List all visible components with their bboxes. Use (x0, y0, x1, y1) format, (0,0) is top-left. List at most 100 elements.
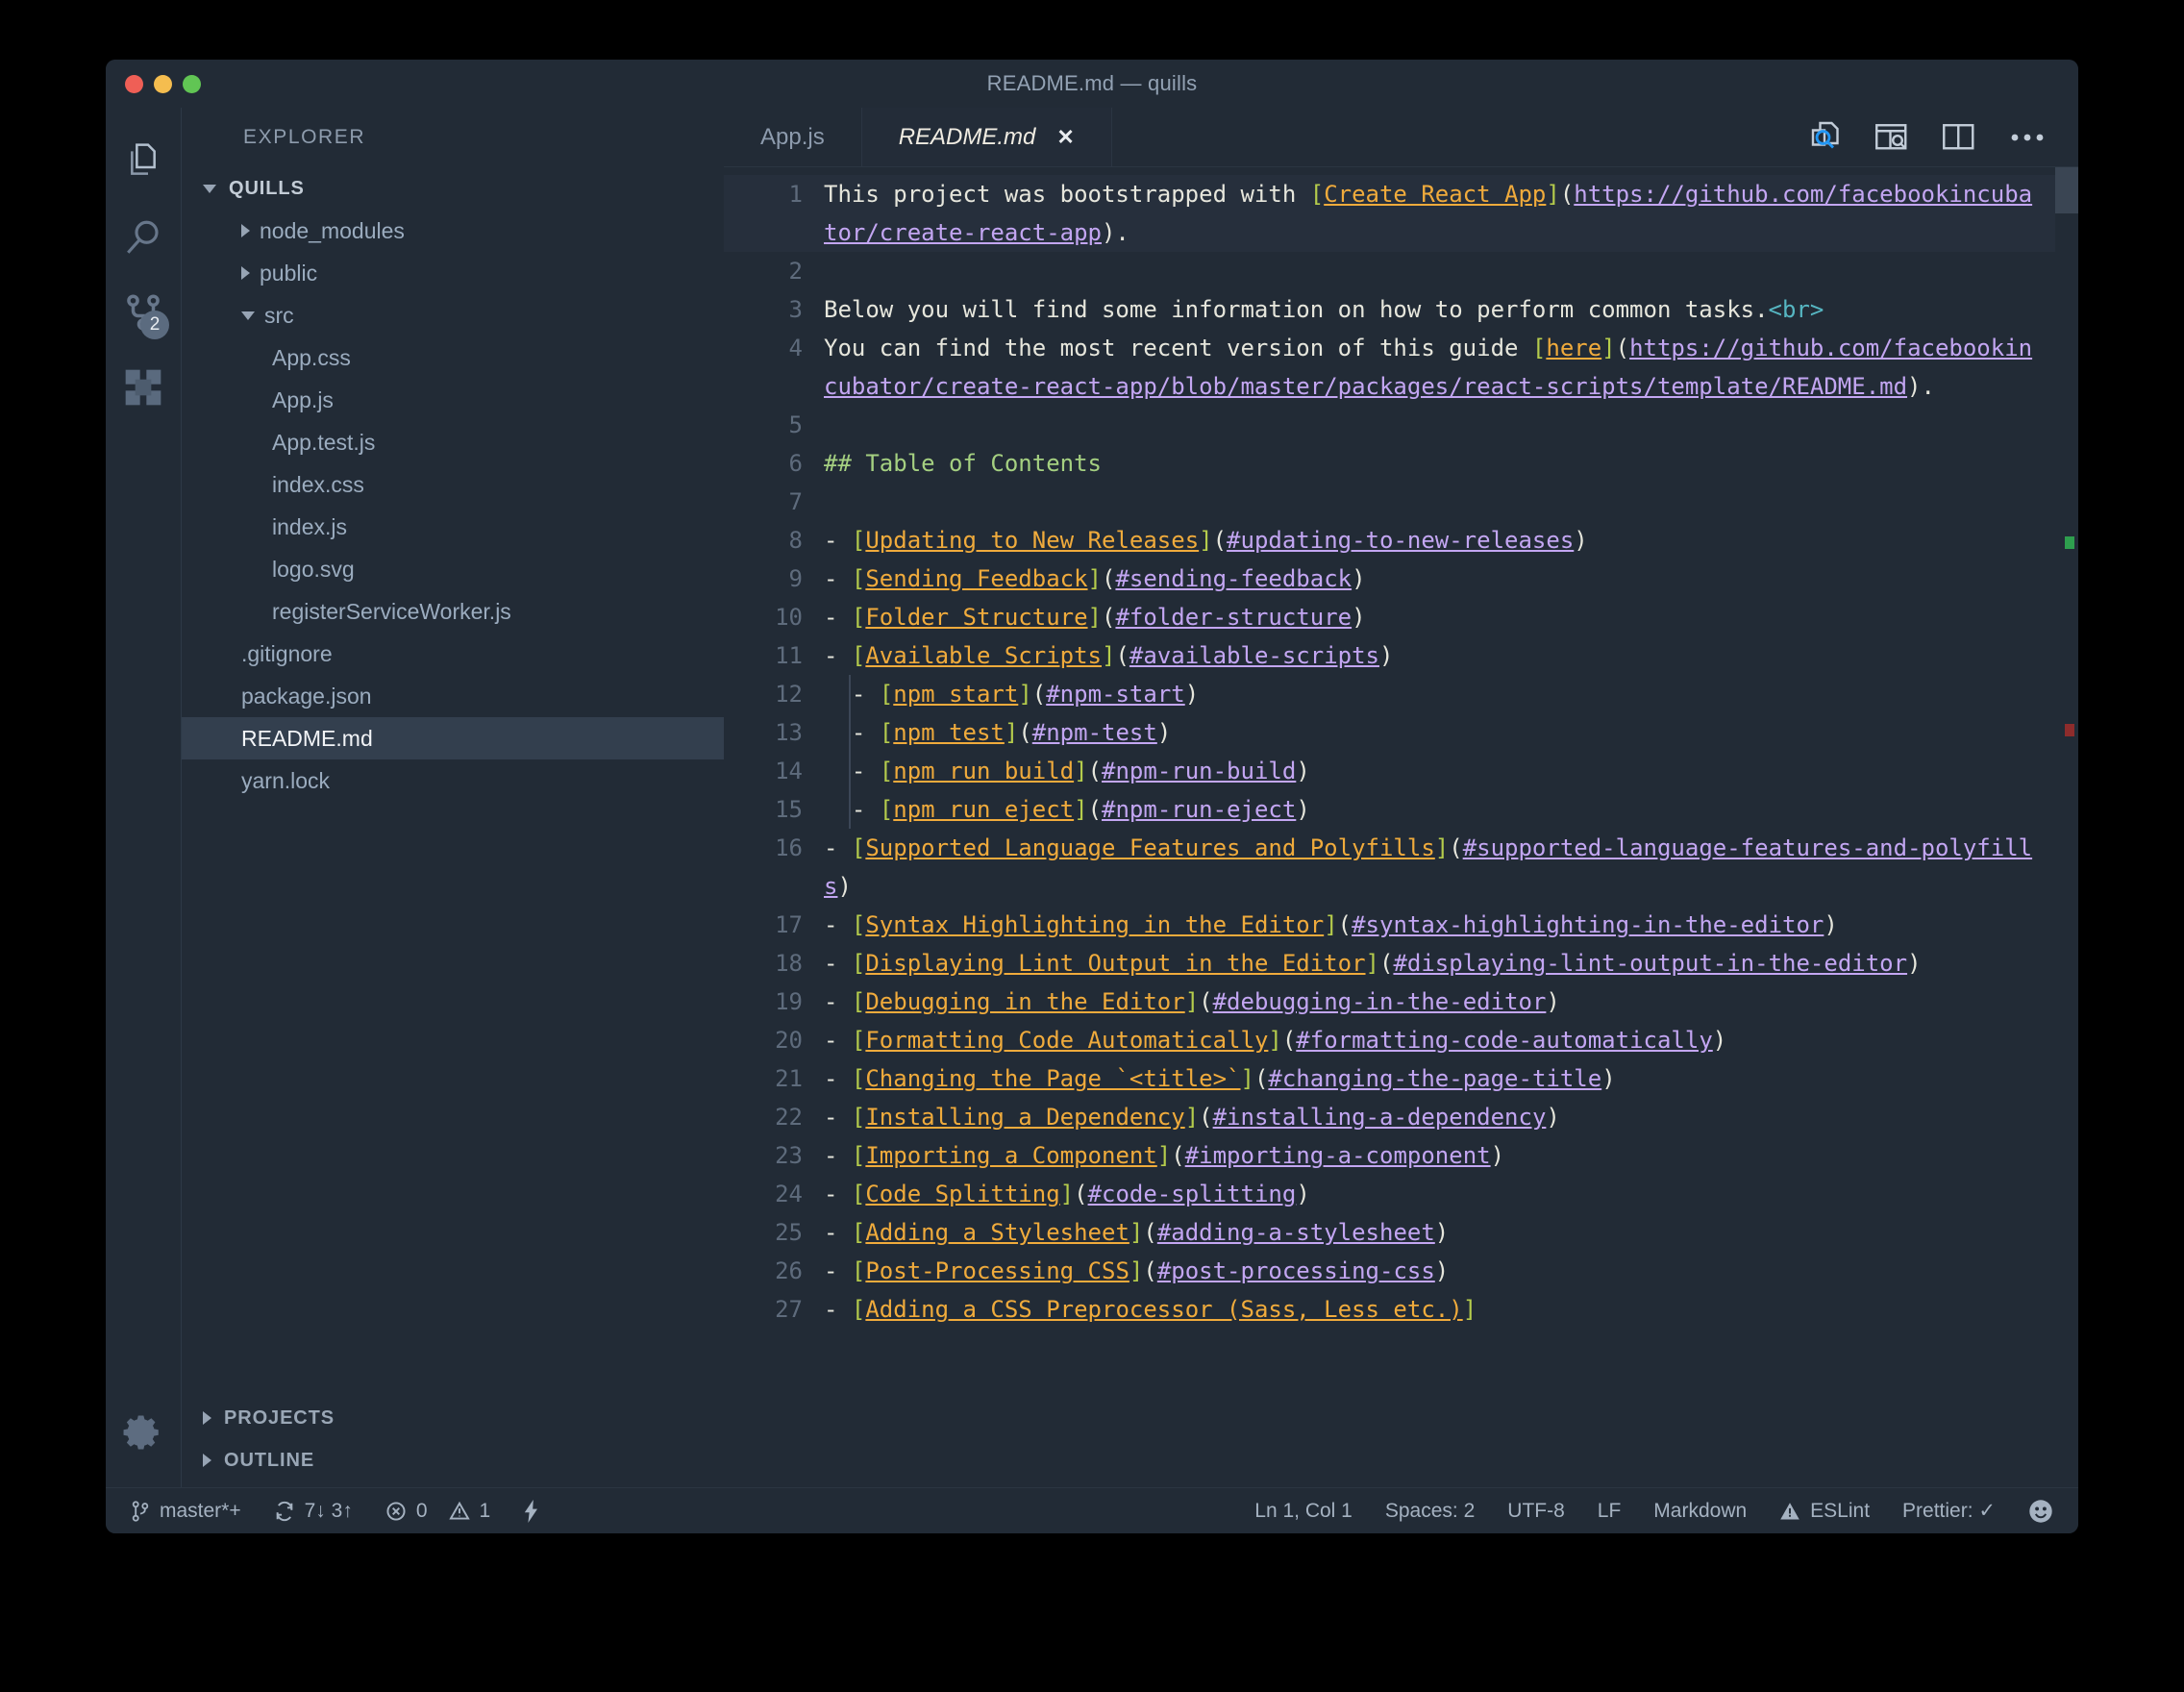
code-token-url[interactable]: #npm-run-build (1102, 758, 1296, 784)
code-token-link[interactable]: Importing a Component (865, 1142, 1156, 1169)
code-token-link[interactable]: Adding a CSS Preprocessor (Sass, Less et… (865, 1296, 1462, 1323)
code-token-link[interactable]: here (1546, 335, 1601, 361)
code-token-link[interactable]: Formatting Code Automatically (865, 1027, 1268, 1054)
code-token-url[interactable]: #displaying-lint-output-in-the-editor (1393, 950, 1907, 977)
tree-file[interactable]: README.md (182, 717, 724, 759)
tree-folder[interactable]: public (182, 252, 724, 294)
status-eol[interactable]: LF (1598, 1500, 1622, 1523)
code-line[interactable]: 12 - [npm start](#npm-start) (724, 675, 2055, 713)
code-token-url[interactable]: #npm-run-eject (1102, 796, 1296, 823)
code-token-link[interactable]: Sending Feedback (865, 565, 1087, 592)
code-line[interactable]: 10- [Folder Structure](#folder-structure… (724, 598, 2055, 636)
code-token-link[interactable]: Create React App (1324, 181, 1546, 208)
code-token-url[interactable]: #code-splitting (1088, 1181, 1297, 1207)
code-line[interactable]: 9- [Sending Feedback](#sending-feedback) (724, 560, 2055, 598)
sidebar-item-search[interactable] (106, 200, 181, 275)
explorer-root-section[interactable]: QUILLS (182, 167, 724, 210)
code-editor[interactable]: 1This project was bootstrapped with [Cre… (724, 167, 2078, 1487)
status-sync[interactable]: 7↓ 3↑ (274, 1500, 353, 1523)
code-token-url[interactable]: #installing-a-dependency (1213, 1104, 1547, 1131)
editor-scrollbar[interactable] (2055, 167, 2078, 1487)
code-token-link[interactable]: Folder Structure (865, 604, 1087, 631)
code-token-link[interactable]: Installing a Dependency (865, 1104, 1184, 1131)
code-token-link[interactable]: Post-Processing CSS (865, 1257, 1129, 1284)
code-token-url[interactable]: #debugging-in-the-editor (1213, 988, 1547, 1015)
tree-file[interactable]: yarn.lock (182, 759, 724, 802)
code-token-link[interactable]: Changing the Page `<title>` (865, 1065, 1240, 1092)
tab-app-js[interactable]: App.js (724, 108, 862, 166)
code-token-link[interactable]: Syntax Highlighting in the Editor (865, 911, 1324, 938)
code-line[interactable]: 11- [Available Scripts](#available-scrip… (724, 636, 2055, 675)
tree-file[interactable]: package.json (182, 675, 724, 717)
status-eslint[interactable]: ESLint (1779, 1500, 1870, 1523)
tree-folder[interactable]: src (182, 294, 724, 336)
code-token-url[interactable]: #available-scripts (1129, 642, 1379, 669)
code-line[interactable]: 1This project was bootstrapped with [Cre… (724, 175, 2055, 252)
code-token-url[interactable]: #updating-to-new-releases (1227, 527, 1574, 554)
code-line[interactable]: 20- [Formatting Code Automatically](#for… (724, 1021, 2055, 1059)
code-line[interactable]: 18- [Displaying Lint Output in the Edito… (724, 944, 2055, 983)
code-line[interactable]: 23- [Importing a Component](#importing-a… (724, 1136, 2055, 1175)
tree-file[interactable]: App.css (182, 336, 724, 379)
code-token-link[interactable]: npm run eject (893, 796, 1074, 823)
code-token-url[interactable]: #formatting-code-automatically (1296, 1027, 1712, 1054)
panel-outline[interactable]: OUTLINE (182, 1439, 724, 1481)
code-token-url[interactable]: #changing-the-page-title (1268, 1065, 1601, 1092)
code-token-url[interactable]: #npm-start (1046, 681, 1185, 708)
tab-readme-md[interactable]: README.md ✕ (862, 108, 1112, 166)
code-token-url[interactable]: #folder-structure (1115, 604, 1352, 631)
ellipsis-icon[interactable] (2009, 131, 2046, 144)
code-token-link[interactable]: Supported Language Features and Polyfill… (865, 834, 1434, 861)
panel-projects[interactable]: PROJECTS (182, 1397, 724, 1439)
code-token-link[interactable]: Adding a Stylesheet (865, 1219, 1129, 1246)
code-line[interactable]: 14 - [npm run build](#npm-run-build) (724, 752, 2055, 790)
code-line[interactable]: 22- [Installing a Dependency](#installin… (724, 1098, 2055, 1136)
status-indentation[interactable]: Spaces: 2 (1385, 1500, 1475, 1523)
code-token-link[interactable]: Available Scripts (865, 642, 1102, 669)
status-encoding[interactable]: UTF-8 (1507, 1500, 1565, 1523)
status-lightning[interactable] (523, 1500, 540, 1523)
code-line[interactable]: 26- [Post-Processing CSS](#post-processi… (724, 1252, 2055, 1290)
code-token-url[interactable]: #adding-a-stylesheet (1157, 1219, 1435, 1246)
status-feedback[interactable] (2028, 1499, 2053, 1524)
code-line[interactable]: 21- [Changing the Page `<title>`](#chang… (724, 1059, 2055, 1098)
scrollbar-thumb[interactable] (2055, 167, 2078, 213)
code-token-link[interactable]: npm start (893, 681, 1018, 708)
code-token-link[interactable]: npm test (893, 719, 1005, 746)
tree-file[interactable]: index.js (182, 506, 724, 548)
code-line[interactable]: 5 (724, 406, 2055, 444)
tree-file[interactable]: App.js (182, 379, 724, 421)
code-line[interactable]: 24- [Code Splitting](#code-splitting) (724, 1175, 2055, 1213)
code-token-url[interactable]: #syntax-highlighting-in-the-editor (1352, 911, 1824, 938)
code-line[interactable]: 8- [Updating to New Releases](#updating-… (724, 521, 2055, 560)
tree-file[interactable]: registerServiceWorker.js (182, 590, 724, 633)
close-icon[interactable]: ✕ (1056, 125, 1074, 150)
split-editor-icon[interactable] (1942, 122, 1976, 153)
code-line[interactable]: 17- [Syntax Highlighting in the Editor](… (724, 906, 2055, 944)
code-token-link[interactable]: npm run build (893, 758, 1074, 784)
code-token-link[interactable]: Code Splitting (865, 1181, 1059, 1207)
code-line[interactable]: 15 - [npm run eject](#npm-run-eject) (724, 790, 2055, 829)
status-prettier[interactable]: Prettier: ✓ (1902, 1499, 1996, 1523)
preview-icon[interactable] (1807, 121, 1842, 154)
code-line[interactable]: 7 (724, 483, 2055, 521)
manage-settings-button[interactable] (106, 1395, 181, 1470)
code-token-url[interactable]: #npm-test (1032, 719, 1157, 746)
code-line[interactable]: 19- [Debugging in the Editor](#debugging… (724, 983, 2055, 1021)
code-line[interactable]: 6## Table of Contents (724, 444, 2055, 483)
status-language-mode[interactable]: Markdown (1653, 1500, 1747, 1523)
preview-side-icon[interactable] (1874, 122, 1909, 153)
status-cursor-position[interactable]: Ln 1, Col 1 (1254, 1500, 1353, 1523)
tree-file[interactable]: logo.svg (182, 548, 724, 590)
code-line[interactable]: 27- [Adding a CSS Preprocessor (Sass, Le… (724, 1290, 2055, 1329)
code-line[interactable]: 16- [Supported Language Features and Pol… (724, 829, 2055, 906)
code-line[interactable]: 13 - [npm test](#npm-test) (724, 713, 2055, 752)
status-branch[interactable]: master*+ (131, 1500, 241, 1523)
code-token-url[interactable]: #importing-a-component (1185, 1142, 1491, 1169)
code-token-link[interactable]: Displaying Lint Output in the Editor (865, 950, 1365, 977)
code-token-url[interactable]: #post-processing-css (1157, 1257, 1435, 1284)
tree-file[interactable]: index.css (182, 463, 724, 506)
code-line[interactable]: 4You can find the most recent version of… (724, 329, 2055, 406)
code-line[interactable]: 2 (724, 252, 2055, 290)
tree-file[interactable]: App.test.js (182, 421, 724, 463)
